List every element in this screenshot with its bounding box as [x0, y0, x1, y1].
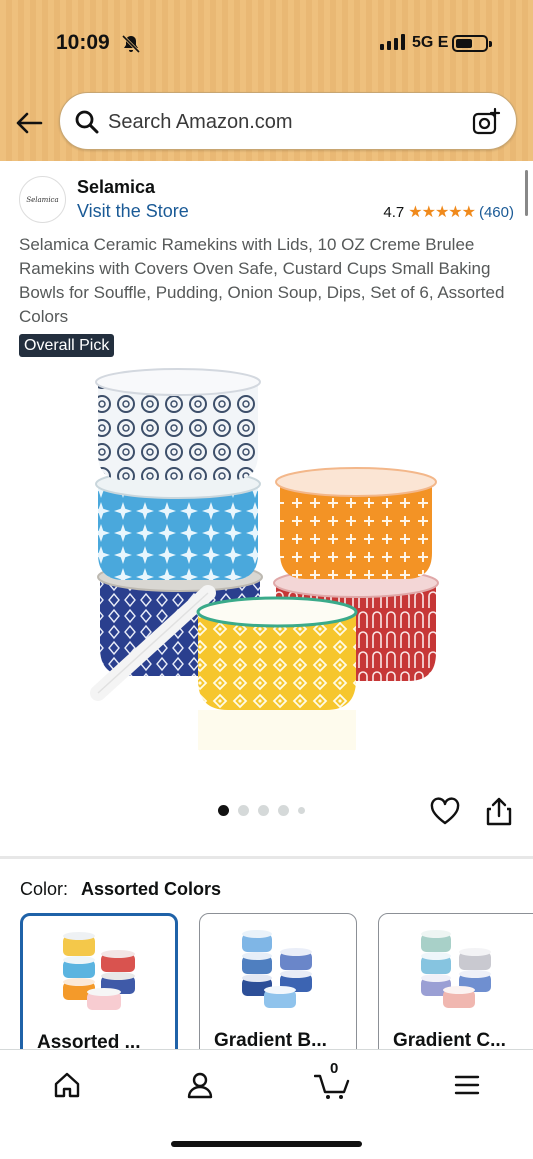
product-title: Selamica Ceramic Ramekins with Lids, 10 …	[19, 235, 505, 326]
image-pager[interactable]	[218, 805, 305, 816]
status-time: 10:09	[56, 31, 110, 54]
swatch-thumbnail	[242, 930, 312, 1008]
cart-count: 0	[330, 1060, 339, 1077]
pager-dot-5[interactable]	[298, 807, 305, 814]
network-type: 5G E	[412, 34, 449, 51]
heart-icon[interactable]	[430, 797, 460, 827]
signal-icon	[380, 34, 405, 50]
pager-dot-1[interactable]	[218, 805, 229, 816]
pager-dot-4[interactable]	[278, 805, 289, 816]
menu-icon[interactable]	[452, 1070, 482, 1100]
account-icon[interactable]	[185, 1070, 215, 1100]
back-arrow-icon[interactable]	[14, 108, 44, 138]
search-bar[interactable]	[59, 92, 517, 150]
review-count: (460)	[478, 203, 514, 221]
search-icon	[75, 110, 99, 134]
color-selected-value: Assorted Colors	[81, 879, 222, 899]
color-option-gradient-b[interactable]: Gradient B...	[199, 913, 357, 1063]
store-name: Selamica	[77, 177, 156, 197]
rating-summary[interactable]: 4.7 ★★★★★ (460)	[383, 202, 514, 222]
bell-slash-icon	[121, 34, 141, 54]
product-image[interactable]	[90, 368, 450, 758]
color-option-assorted[interactable]: Assorted ...	[20, 913, 178, 1063]
home-indicator[interactable]	[171, 1141, 362, 1147]
search-input[interactable]	[108, 105, 448, 139]
bottom-nav: 0	[0, 1049, 533, 1159]
star-rating-icon: ★★★★★	[408, 204, 476, 221]
camera-icon[interactable]	[471, 107, 501, 137]
rating-value: 4.7	[383, 203, 405, 221]
store-logo[interactable]: Selamica	[19, 176, 66, 223]
top-header: 10:09 5G E	[0, 0, 533, 161]
pager-dot-2[interactable]	[238, 805, 249, 816]
color-option-gradient-c[interactable]: Gradient C...	[378, 913, 533, 1063]
pager-dot-3[interactable]	[258, 805, 269, 816]
section-divider	[0, 856, 533, 859]
scrollbar[interactable]	[525, 170, 528, 216]
swatch-thumbnail	[63, 932, 135, 1010]
color-selection-label: Color: Assorted Colors	[20, 879, 221, 900]
overall-pick-badge: Overall Pick	[19, 334, 115, 357]
visit-store-link[interactable]: Visit the Store	[77, 201, 189, 222]
store-logo-text: Selamica	[26, 195, 59, 204]
color-label-key: Color:	[20, 879, 69, 899]
battery-icon	[452, 35, 492, 52]
share-icon[interactable]	[485, 796, 513, 826]
swatch-thumbnail	[421, 930, 491, 1008]
home-icon[interactable]	[52, 1070, 82, 1100]
